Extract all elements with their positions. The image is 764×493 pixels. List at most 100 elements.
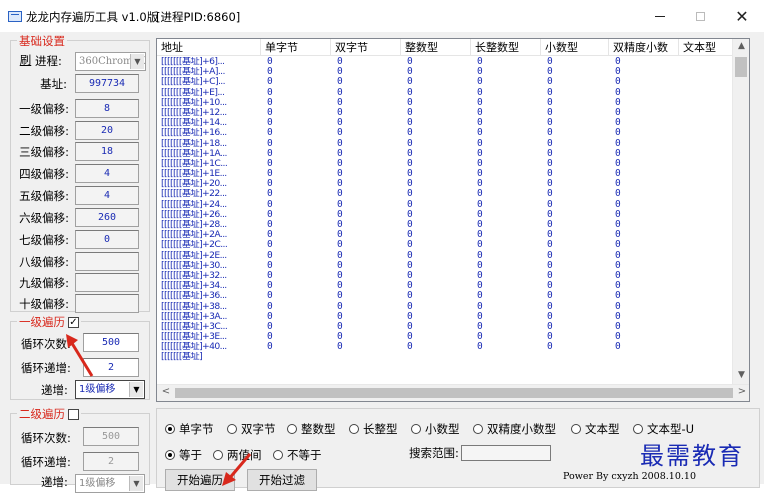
value-cell: 0 [407, 138, 413, 149]
data-type-radio[interactable]: 小数型 [411, 421, 460, 437]
table-row[interactable]: [[[[[[[基址]+30... 0 0 0 0 0 0 [157, 261, 734, 271]
offset-field[interactable] [75, 273, 139, 292]
table-row[interactable]: [[[[[[[基址]+2C... 0 0 0 0 0 0 [157, 240, 734, 250]
offset-field[interactable]: 0 [75, 230, 139, 249]
table-row[interactable]: [[[[[[[基址]+3C... 0 0 0 0 0 0 [157, 322, 734, 332]
table-row[interactable]: [[[[[[[基址]+10... 0 0 0 0 0 0 [157, 98, 734, 108]
offset-field[interactable]: 8 [75, 99, 139, 118]
search-range-input[interactable] [461, 445, 551, 461]
scroll-up-icon[interactable]: ▲ [733, 41, 749, 55]
scroll-down-icon[interactable]: ▼ [733, 370, 749, 384]
offset-field[interactable]: 4 [75, 164, 139, 183]
data-type-radio-label: 整数型 [301, 422, 336, 436]
maximize-button[interactable] [680, 0, 720, 32]
table-row[interactable]: [[[[[[[基址]+2A... 0 0 0 0 0 0 [157, 230, 734, 240]
table-row[interactable]: [[[[[[[基址]+E]... 0 0 0 0 0 0 [157, 88, 734, 98]
level2-enable-checkbox[interactable] [68, 408, 79, 420]
vertical-scrollbar[interactable]: ▲ ▼ [732, 39, 749, 386]
value-cell: 0 [547, 321, 553, 332]
table-row[interactable]: [[[[[[[基址]+3E... 0 0 0 0 0 0 [157, 332, 734, 342]
base-label: 基址: [40, 77, 67, 91]
data-type-radio[interactable]: 双精度小数型 [473, 421, 556, 437]
scroll-left-icon[interactable]: < [159, 386, 173, 400]
address-cell: [[[[[[[基址]+26... [161, 209, 227, 220]
offset-field[interactable]: 18 [75, 142, 139, 161]
process-select[interactable]: 360ChromeX ▼ [75, 52, 146, 71]
data-type-radio[interactable]: 双字节 [227, 421, 276, 437]
vertical-scroll-thumb[interactable] [735, 57, 747, 77]
radio-icon [411, 424, 421, 434]
value-cell: 0 [477, 97, 483, 108]
level1-enable-checkbox[interactable]: ✓ [68, 316, 79, 328]
value-cell: 0 [615, 97, 621, 108]
level2-loop-count-field[interactable]: 500 [83, 427, 139, 446]
refresh-button[interactable]: 刷 [17, 51, 34, 71]
table-row[interactable]: [[[[[[[基址]+34... 0 0 0 0 0 0 [157, 281, 734, 291]
level1-inc-select[interactable]: 1级偏移 ▼ [75, 380, 145, 399]
table-row[interactable]: [[[[[[[基址]+28... 0 0 0 0 0 0 [157, 220, 734, 230]
table-row[interactable]: [[[[[[[基址]+A]... 0 0 0 0 0 0 [157, 67, 734, 77]
value-cell: 0 [407, 107, 413, 118]
column-header[interactable]: 单字节 [261, 39, 331, 56]
data-type-radio[interactable]: 文本型 [571, 421, 620, 437]
table-row[interactable]: [[[[[[[基址]+18... 0 0 0 0 0 0 [157, 139, 734, 149]
close-button[interactable]: ✕ [722, 0, 762, 32]
column-header[interactable]: 地址 [157, 39, 261, 56]
table-row[interactable]: [[[[[[[基址]+14... 0 0 0 0 0 0 [157, 118, 734, 128]
table-row[interactable]: [[[[[[[基址]+12... 0 0 0 0 0 0 [157, 108, 734, 118]
table-row[interactable]: [[[[[[[基址]+6]... 0 0 0 0 0 0 [157, 57, 734, 67]
column-header[interactable]: 双精度小数 [609, 39, 679, 56]
column-header[interactable]: 小数型 [541, 39, 609, 56]
value-cell: 0 [615, 77, 621, 88]
data-type-radio[interactable]: 单字节 [165, 421, 214, 437]
offset-field[interactable]: 20 [75, 121, 139, 140]
table-row[interactable]: [[[[[[[基址]+32... 0 0 0 0 0 0 [157, 271, 734, 281]
value-cell: 0 [267, 148, 273, 159]
data-type-radio[interactable]: 长整型 [349, 421, 398, 437]
compare-mode-radio[interactable]: 不等于 [273, 447, 322, 463]
data-type-radio[interactable]: 文本型-U [633, 421, 694, 437]
column-header[interactable]: 整数型 [401, 39, 471, 56]
horizontal-scrollbar[interactable]: < > [157, 384, 749, 401]
start-filter-button[interactable]: 开始过滤 [247, 469, 317, 491]
offset-field[interactable] [75, 294, 139, 313]
table-row[interactable]: [[[[[[[基址]+26... 0 0 0 0 0 0 [157, 210, 734, 220]
base-address-field[interactable]: 997734 [75, 74, 139, 93]
table-row[interactable]: [[[[[[[基址]+1A... 0 0 0 0 0 0 [157, 149, 734, 159]
value-cell: 0 [267, 77, 273, 88]
table-row[interactable]: [[[[[[[基址]+1E... 0 0 0 0 0 0 [157, 169, 734, 179]
column-header[interactable]: 文本型 [679, 39, 734, 56]
value-cell: 0 [547, 128, 553, 139]
table-row[interactable]: [[[[[[[基址]+3A... 0 0 0 0 0 0 [157, 312, 734, 322]
column-header[interactable]: 双字节 [331, 39, 401, 56]
table-row[interactable]: [[[[[[[基址]+38... 0 0 0 0 0 0 [157, 302, 734, 312]
value-cell: 0 [477, 240, 483, 251]
offset-field[interactable] [75, 252, 139, 271]
value-cell: 0 [477, 179, 483, 190]
minimize-button[interactable] [640, 0, 680, 32]
table-row[interactable]: [[[[[[[基址]+40... 0 0 0 0 0 0 [157, 342, 734, 352]
table-row[interactable]: [[[[[[[基址]+C]... 0 0 0 0 0 0 [157, 77, 734, 87]
value-cell: 0 [547, 250, 553, 261]
level2-loop-inc-field[interactable]: 2 [83, 452, 139, 471]
radio-icon [165, 424, 175, 434]
column-header[interactable]: 长整数型 [471, 39, 541, 56]
compare-mode-radio[interactable]: 等于 [165, 447, 202, 463]
value-cell: 0 [477, 342, 483, 353]
scroll-right-icon[interactable]: > [735, 386, 749, 400]
table-row[interactable]: [[[[[[[基址]+16... 0 0 0 0 0 0 [157, 128, 734, 138]
table-row[interactable]: [[[[[[[基址] [157, 352, 734, 362]
results-table[interactable]: 地址 单字节 双字节 整数型 长整数型 小数型 双精度小数 文本型 [[[[[[[基址]+6]… [156, 38, 750, 402]
table-row[interactable]: [[[[[[[基址]+24... 0 0 0 0 0 0 [157, 200, 734, 210]
basic-settings-group: 基础设置 刷 进程: 360ChromeX ▼ 基址: 997734 一级偏移:… [10, 33, 150, 313]
data-type-radio[interactable]: 整数型 [287, 421, 336, 437]
table-row[interactable]: [[[[[[[基址]+20... 0 0 0 0 0 0 [157, 179, 734, 189]
offset-field[interactable]: 260 [75, 208, 139, 227]
table-row[interactable]: [[[[[[[基址]+2E... 0 0 0 0 0 0 [157, 251, 734, 261]
offset-field[interactable]: 4 [75, 186, 139, 205]
address-cell: [[[[[[[基址]+30... [161, 260, 227, 271]
table-row[interactable]: [[[[[[[基址]+22... 0 0 0 0 0 0 [157, 189, 734, 199]
table-row[interactable]: [[[[[[[基址]+36... 0 0 0 0 0 0 [157, 291, 734, 301]
table-row[interactable]: [[[[[[[基址]+1C... 0 0 0 0 0 0 [157, 159, 734, 169]
horizontal-scroll-thumb[interactable] [175, 388, 733, 398]
